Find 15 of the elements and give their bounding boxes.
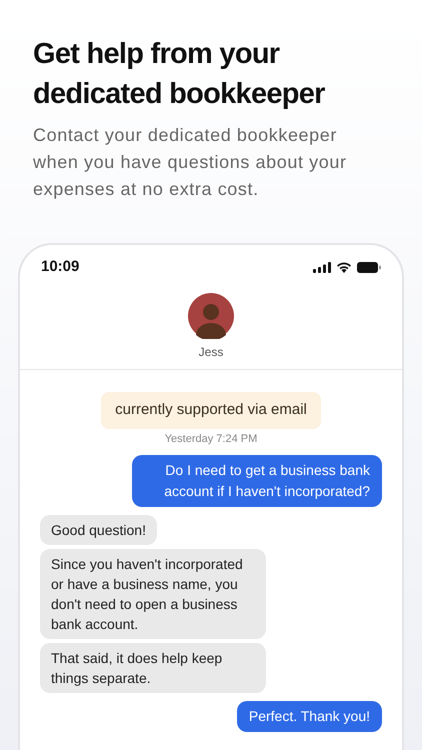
- timestamp: Yesterday 7:24 PM: [164, 432, 258, 446]
- sent-message: Perfect. Thank you!: [236, 701, 382, 732]
- wifi-icon: [336, 261, 352, 273]
- received-message: That said, it does help keep things separate.: [40, 643, 266, 693]
- sent-message: Do I need to get a business bank account if I haven't incorporated?: [132, 455, 382, 507]
- avatar: [188, 293, 234, 339]
- status-time: 10:09: [41, 256, 80, 277]
- battery-icon: [357, 262, 381, 272]
- received-message: Since you haven't incorporated or have a business name, you don't need to open a business bank account.: [40, 549, 266, 639]
- notice-banner: currently supported via email: [101, 392, 321, 428]
- description: Contact your dedicated bookkeeper when you have questions about your expenses at no extra cost.: [33, 124, 348, 201]
- signal-icon: [313, 262, 331, 272]
- contact-name: Jess: [198, 344, 224, 361]
- received-message: Good question!: [40, 515, 157, 545]
- headline: Get help from your dedicated bookkeeper: [33, 37, 326, 112]
